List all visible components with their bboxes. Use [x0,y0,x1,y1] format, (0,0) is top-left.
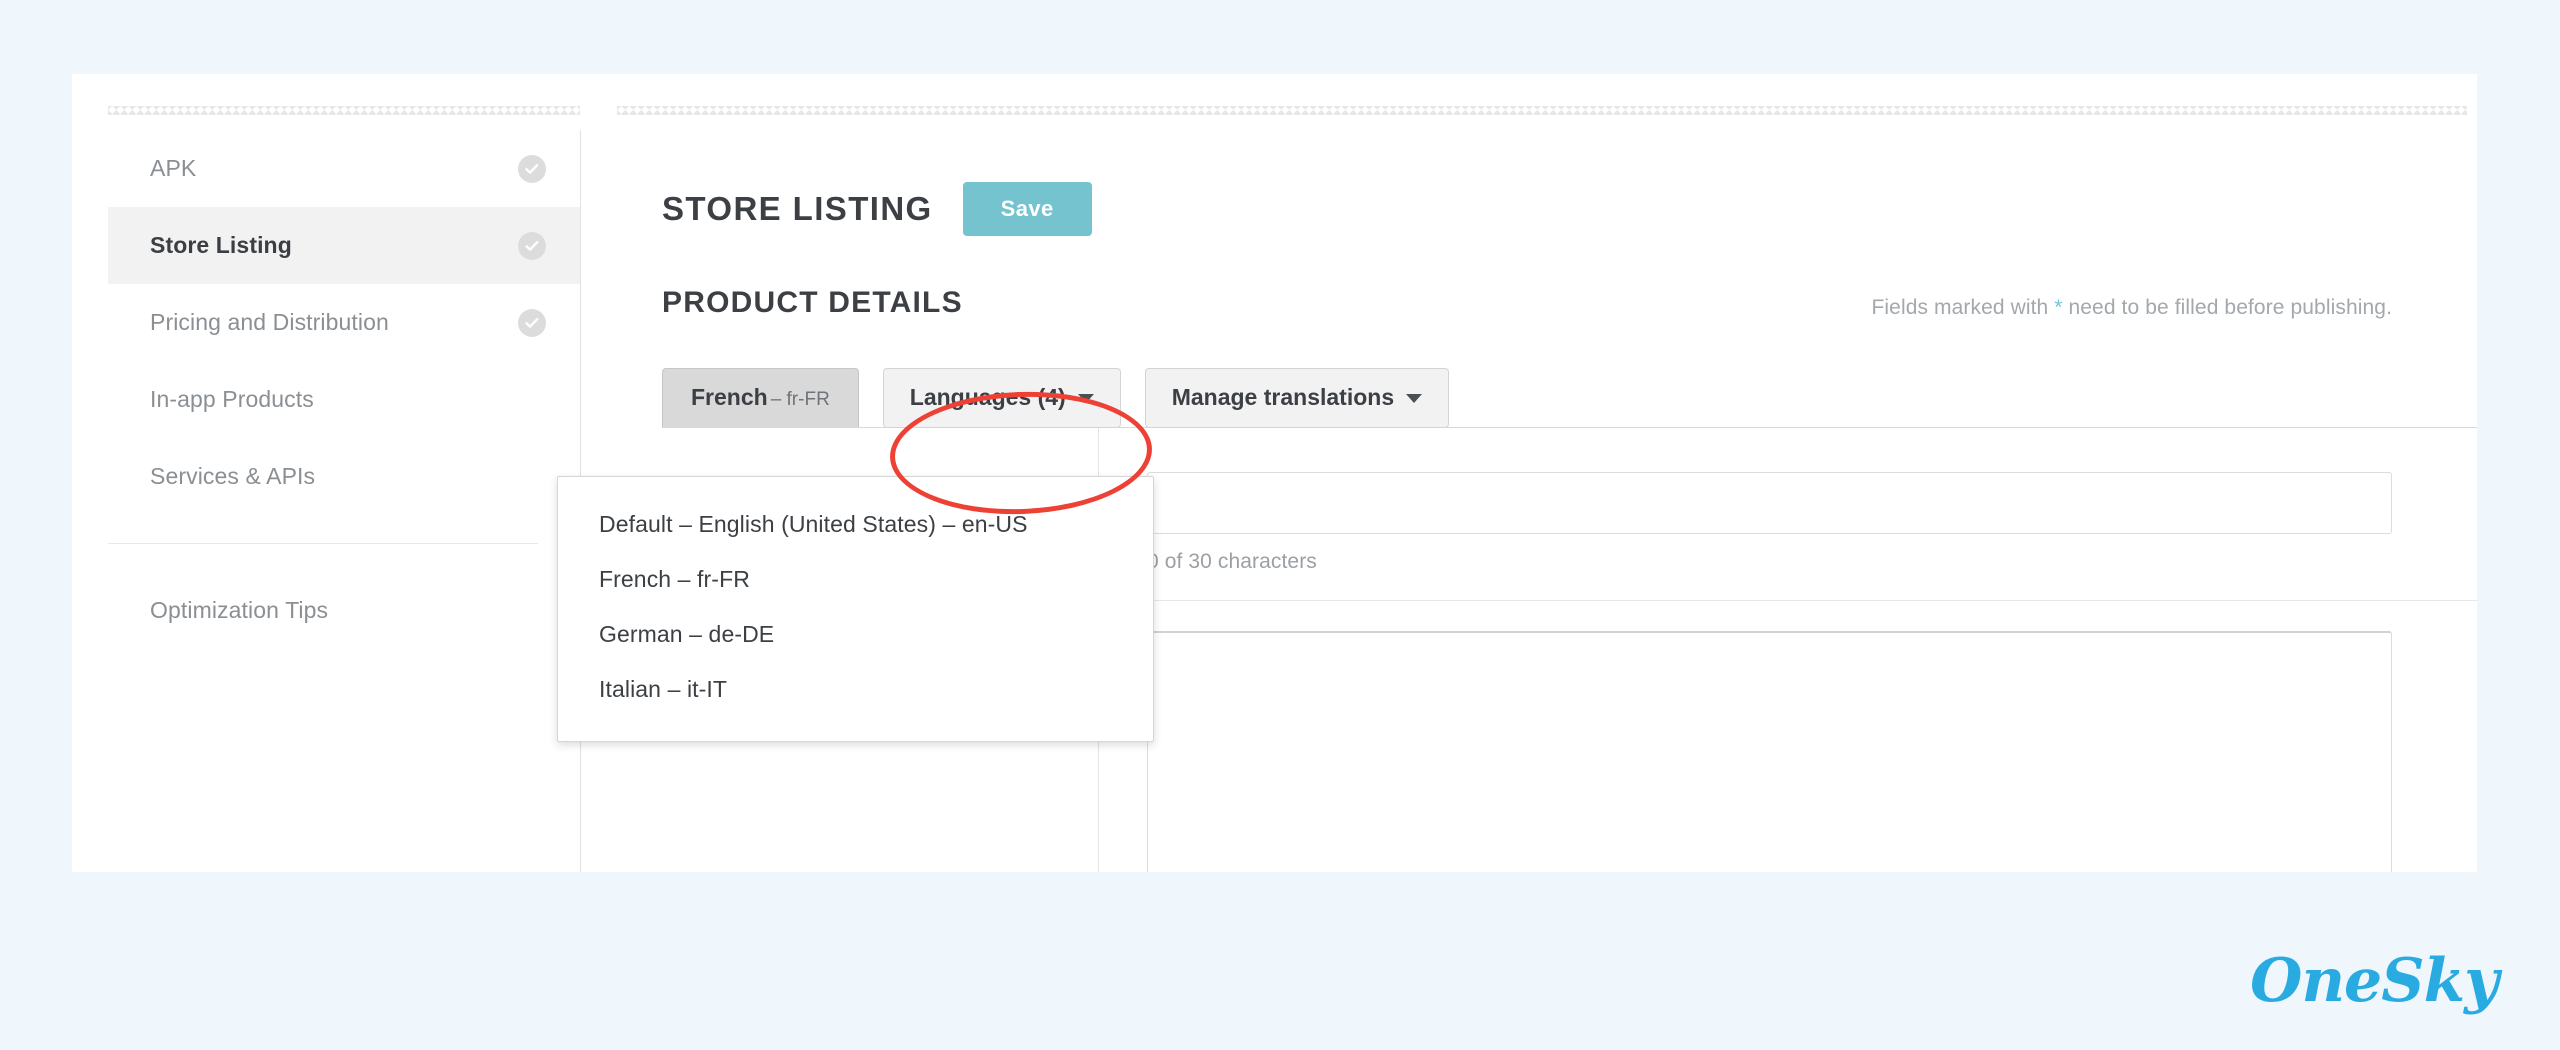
check-circle-icon [518,231,546,260]
save-button[interactable]: Save [962,182,1092,236]
page-title: STORE LISTING [662,190,933,227]
languages-dropdown-label: Languages (4) [909,384,1066,410]
required-note-suffix: need to be filled before publishing. [2062,296,2392,319]
sidebar-item-in-app-products[interactable]: In-app Products [108,361,580,438]
page-header: STORE LISTING Save [662,180,2477,238]
sidebar-item-label: APK [150,155,197,181]
required-note-prefix: Fields marked with [1871,296,2055,319]
required-fields-note: Fields marked with * need to be filled b… [1871,296,2392,320]
dropdown-item-default-english[interactable]: Default – English (United States) – en-U… [558,497,1153,552]
check-circle-icon [518,154,546,183]
sidebar-item-label: Optimization Tips [150,597,329,623]
sidebar-item-store-listing[interactable]: Store Listing [108,207,580,284]
character-counter: 0 of 30 characters [1147,550,1317,573]
sidebar-item-label: Store Listing [150,232,292,258]
onesky-logo: OneSky [2250,946,2499,1016]
tab-french-name: French [691,384,768,410]
sidebar-item-optimization-tips[interactable]: Optimization Tips [108,572,580,649]
torn-paper-edge-right [617,106,2467,115]
sidebar-item-label: In-app Products [150,386,314,412]
description-textarea[interactable] [1147,631,2392,872]
check-circle-icon [518,308,546,337]
languages-dropdown-button[interactable]: Languages (4) [882,368,1121,428]
section-header-row: PRODUCT DETAILS Fields marked with * nee… [662,286,2477,320]
sidebar-item-services-and-apis[interactable]: Services & APIs [108,438,580,515]
manage-translations-dropdown-button[interactable]: Manage translations [1144,368,1450,428]
tab-french-locale-code: – fr-FR [770,389,830,410]
language-toolbar: French – fr-FR Languages (4) Manage trans… [662,368,2477,428]
required-asterisk: * [2054,296,2063,319]
dropdown-item-italian[interactable]: Italian – it-IT [558,662,1153,717]
title-input[interactable] [1147,472,2392,534]
form-field-column: 0 of 30 characters [1099,428,2477,872]
sidebar-item-pricing-and-distribution[interactable]: Pricing and Distribution [108,284,580,361]
console-screenshot-card: APK Store Listing Pricing and Distributi… [72,74,2477,872]
sidebar-divider [108,543,538,544]
dropdown-item-french[interactable]: French – fr-FR [558,552,1153,607]
field-divider [1099,600,2477,601]
chevron-down-icon [1077,394,1094,403]
sidebar-item-apk[interactable]: APK [108,130,580,207]
dropdown-item-german[interactable]: German – de-DE [558,607,1153,662]
torn-paper-edge-left [108,106,580,115]
languages-dropdown-menu: Default – English (United States) – en-U… [557,476,1154,742]
manage-translations-label: Manage translations [1171,384,1395,410]
chevron-down-icon [1406,394,1423,403]
title-field-group: 0 of 30 characters [1147,472,2392,574]
section-title-product-details: PRODUCT DETAILS [662,286,963,319]
tab-french[interactable]: French – fr-FR [662,368,859,427]
sidebar-navigation: APK Store Listing Pricing and Distributi… [108,130,581,872]
sidebar-item-label: Pricing and Distribution [150,309,389,335]
sidebar-item-label: Services & APIs [150,463,316,489]
